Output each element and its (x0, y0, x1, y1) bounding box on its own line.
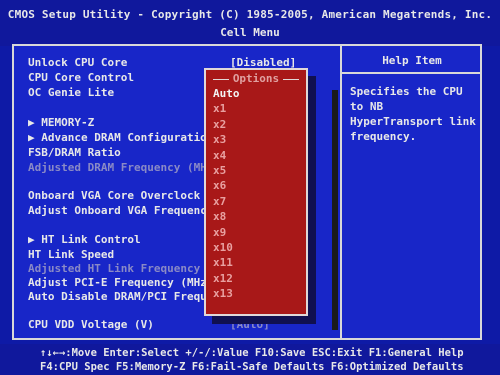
scrollbar[interactable] (332, 90, 338, 330)
menu-item-ht-link-speed[interactable]: HT Link Speed (28, 248, 114, 261)
top-bar (0, 0, 500, 46)
bios-title: CMOS Setup Utility - Copyright (C) 1985-… (7, 8, 493, 21)
menu-item-auto-disable-dram-pci[interactable]: Auto Disable DRAM/PCI Freque (28, 290, 213, 303)
popup-shadow (308, 76, 316, 324)
option-item[interactable]: Auto (213, 87, 240, 100)
option-item[interactable]: x7 (213, 195, 226, 208)
option-item[interactable]: x5 (213, 164, 226, 177)
option-item[interactable]: x13 (213, 287, 233, 300)
panel-divider (340, 44, 342, 340)
help-divider (342, 72, 482, 74)
footer-keys-line1: ↑↓←→:Move Enter:Select +/-/:Value F10:Sa… (40, 347, 464, 359)
menu-item-cpu-vdd-voltage[interactable]: CPU VDD Voltage (V) (28, 318, 154, 331)
menu-item-onboard-vga-overclock[interactable]: Onboard VGA Core Overclock (28, 189, 200, 202)
menu-item-adjust-pcie[interactable]: Adjust PCI-E Frequency (MHz) (28, 276, 213, 289)
menu-item-adjusted-ht-link: Adjusted HT Link Frequency ( (28, 262, 214, 275)
menu-item-oc-genie-lite[interactable]: OC Genie Lite (28, 86, 114, 99)
menu-item-fsb-dram-ratio[interactable]: FSB/DRAM Ratio (28, 146, 121, 159)
menu-item-cpu-core-control[interactable]: CPU Core Control (28, 71, 134, 84)
option-item[interactable]: x12 (213, 272, 233, 285)
footer-keys-line2: F4:CPU Spec F5:Memory-Z F6:Fail-Safe Def… (40, 361, 464, 373)
menu-item-ht-link-control[interactable]: ▶ HT Link Control (28, 233, 141, 246)
option-item[interactable]: x1 (213, 102, 226, 115)
popup-shadow-bottom (212, 316, 316, 324)
help-title: Help Item (382, 54, 442, 67)
option-item[interactable]: x4 (213, 149, 226, 162)
option-item[interactable]: x11 (213, 256, 233, 269)
menu-item-memory-z[interactable]: ▶ MEMORY-Z (28, 116, 94, 129)
option-item[interactable]: x3 (213, 133, 226, 146)
menu-name: Cell Menu (220, 26, 280, 39)
option-item[interactable]: x6 (213, 179, 226, 192)
menu-item-advance-dram[interactable]: ▶ Advance DRAM Configuration (28, 131, 213, 144)
help-text: Specifies the CPU to NB HyperTransport l… (350, 85, 476, 143)
options-popup-title: Options (208, 72, 304, 85)
option-item[interactable]: x9 (213, 226, 226, 239)
option-item[interactable]: x10 (213, 241, 233, 254)
options-popup-title-text: Options (232, 72, 280, 85)
menu-item-unlock-cpu-core[interactable]: Unlock CPU Core (28, 56, 127, 69)
menu-item-adjusted-dram-frequency: Adjusted DRAM Frequency (MHz (28, 161, 214, 174)
option-item[interactable]: x2 (213, 118, 226, 131)
menu-item-adjust-onboard-vga[interactable]: Adjust Onboard VGA Frequency (28, 204, 213, 217)
option-item[interactable]: x8 (213, 210, 226, 223)
